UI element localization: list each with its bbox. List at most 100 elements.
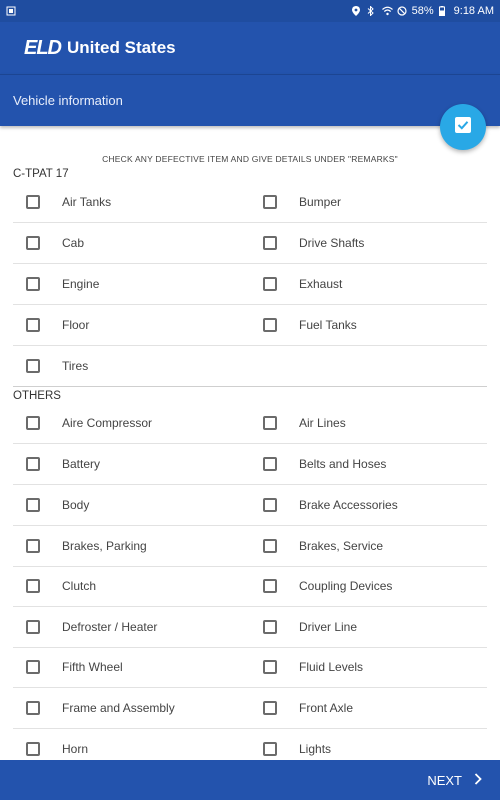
item-label: Coupling Devices: [299, 579, 393, 593]
checkbox[interactable]: [263, 195, 277, 209]
checklist-item[interactable]: Front Axle: [263, 688, 353, 728]
inspection-list[interactable]: CHECK ANY DEFECTIVE ITEM AND GIVE DETAIL…: [0, 126, 500, 760]
checklist-row: Fifth Wheel Fluid Levels: [13, 647, 487, 688]
section-title-ctpat: C-TPAT 17: [13, 168, 69, 180]
checklist-row: Body Brake Accessories: [13, 485, 487, 526]
checkbox[interactable]: [26, 195, 40, 209]
item-label: Fuel Tanks: [299, 318, 357, 332]
bottom-bar: NEXT: [0, 760, 500, 800]
app-logo: ELD United States: [24, 37, 176, 60]
checklist-item[interactable]: Drive Shafts: [263, 223, 364, 263]
checklist-item[interactable]: Belts and Hoses: [263, 444, 386, 484]
checklist-item[interactable]: Bumper: [263, 182, 341, 222]
checkbox[interactable]: [263, 579, 277, 593]
eld-logo-mark: ELD: [24, 36, 62, 59]
checklist-item[interactable]: Lights: [263, 729, 331, 760]
checklist-item[interactable]: Battery: [26, 444, 100, 484]
clock: 9:18 AM: [453, 5, 494, 17]
checklist-item[interactable]: Floor: [26, 305, 89, 345]
checklist-item[interactable]: Tires: [26, 346, 88, 386]
checklist-item[interactable]: Body: [26, 485, 89, 525]
checkbox[interactable]: [26, 236, 40, 250]
checklist-item[interactable]: Fluid Levels: [263, 647, 363, 687]
checklist-item[interactable]: Frame and Assembly: [26, 688, 175, 728]
app-bar: ELD United States: [0, 22, 500, 74]
checklist-item[interactable]: Brakes, Parking: [26, 526, 147, 566]
item-label: Floor: [62, 318, 90, 332]
item-label: Tires: [62, 359, 89, 373]
checklist-item[interactable]: Horn: [26, 729, 88, 760]
checkbox[interactable]: [263, 236, 277, 250]
item-label: Horn: [62, 742, 89, 756]
item-label: Brakes, Parking: [62, 539, 147, 553]
battery-percent: 58%: [411, 5, 434, 17]
checklist-item[interactable]: Driver Line: [263, 607, 357, 647]
checklist-item[interactable]: Cab: [26, 223, 84, 263]
do-not-disturb-icon: [397, 6, 407, 16]
item-label: Brake Accessories: [299, 498, 398, 512]
checkbox[interactable]: [263, 742, 277, 756]
check-all-button[interactable]: [440, 104, 486, 150]
item-label: Defroster / Heater: [62, 620, 158, 634]
section-divider: [13, 386, 487, 387]
checkbox[interactable]: [263, 318, 277, 332]
item-label: Air Lines: [299, 416, 346, 430]
item-label: Body: [62, 498, 90, 512]
status-bar: 58% 9:18 AM: [0, 0, 500, 22]
item-label: Brakes, Service: [299, 539, 384, 553]
checklist-item[interactable]: Fifth Wheel: [26, 647, 123, 687]
checklist-item[interactable]: Brake Accessories: [263, 485, 398, 525]
item-label: Battery: [62, 457, 101, 471]
checklist-item[interactable]: Clutch: [26, 566, 96, 606]
checkbox[interactable]: [263, 660, 277, 674]
checklist-item[interactable]: Aire Compressor: [26, 403, 152, 443]
checkbox[interactable]: [263, 620, 277, 634]
item-label: Bumper: [299, 195, 342, 209]
checklist-item[interactable]: Fuel Tanks: [263, 305, 357, 345]
checkbox[interactable]: [263, 416, 277, 430]
checkbox[interactable]: [26, 359, 40, 373]
checklist-item[interactable]: Air Lines: [263, 403, 346, 443]
checklist-row: Cab Drive Shafts: [13, 223, 487, 264]
checkbox[interactable]: [26, 416, 40, 430]
item-label: Cab: [62, 236, 85, 250]
checklist-item[interactable]: Defroster / Heater: [26, 607, 157, 647]
checklist-row: Brakes, Parking Brakes, Service: [13, 526, 487, 567]
checklist-item[interactable]: Exhaust: [263, 264, 342, 304]
checkbox[interactable]: [26, 660, 40, 674]
checklist-item[interactable]: Brakes, Service: [263, 526, 383, 566]
checkbox[interactable]: [26, 620, 40, 634]
checkbox-checked-icon: [454, 116, 472, 139]
checkbox[interactable]: [26, 318, 40, 332]
location-icon: [351, 6, 362, 16]
checkbox[interactable]: [263, 457, 277, 471]
checkbox[interactable]: [26, 457, 40, 471]
checkbox[interactable]: [26, 579, 40, 593]
next-button[interactable]: NEXT: [427, 773, 482, 788]
checkbox[interactable]: [26, 701, 40, 715]
checkbox[interactable]: [26, 539, 40, 553]
item-label: Driver Line: [299, 620, 358, 634]
checkbox[interactable]: [263, 277, 277, 291]
next-label: NEXT: [427, 772, 462, 788]
checklist-row: Air Tanks Bumper: [13, 182, 487, 223]
checklist-row: Defroster / Heater Driver Line: [13, 607, 487, 648]
instruction-text: CHECK ANY DEFECTIVE ITEM AND GIVE DETAIL…: [102, 154, 398, 164]
checklist-item[interactable]: Coupling Devices: [263, 566, 392, 606]
checkbox[interactable]: [263, 498, 277, 512]
checklist-item[interactable]: Air Tanks: [26, 182, 111, 222]
checkbox[interactable]: [263, 539, 277, 553]
bluetooth-icon: [367, 5, 377, 17]
item-label: Fifth Wheel: [62, 660, 123, 674]
checklist-row: Floor Fuel Tanks: [13, 305, 487, 346]
item-label: Aire Compressor: [62, 416, 153, 430]
checkbox[interactable]: [263, 701, 277, 715]
checkbox[interactable]: [26, 742, 40, 756]
checkbox[interactable]: [26, 277, 40, 291]
item-label: Lights: [299, 742, 332, 756]
checklist-row: Aire Compressor Air Lines: [13, 403, 487, 444]
wifi-icon: [381, 6, 393, 16]
checklist-item[interactable]: Engine: [26, 264, 99, 304]
checkbox[interactable]: [26, 498, 40, 512]
item-label: Air Tanks: [62, 195, 112, 209]
